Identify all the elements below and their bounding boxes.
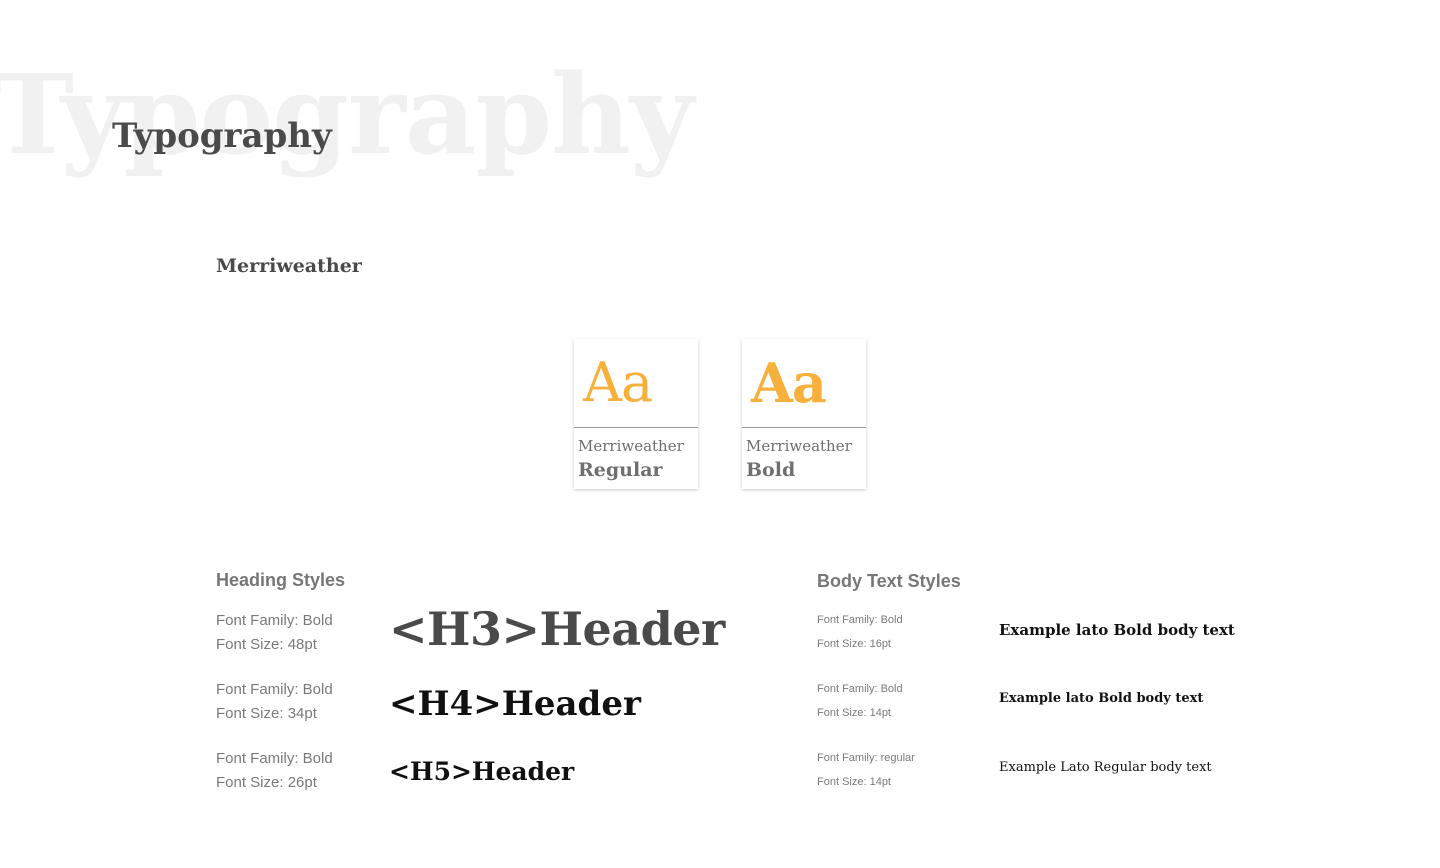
h3-spec: Font Family: Bold Font Size: 48pt [216, 609, 333, 657]
h4-spec: Font Family: Bold Font Size: 34pt [216, 678, 333, 726]
body-spec-size: Font Size: 16pt [817, 638, 891, 650]
font-sample-regular: Aa [574, 339, 698, 428]
h3-spec-size: Font Size: 48pt [216, 636, 317, 653]
body-bold-14-spec: Font Family: Bold Font Size: 14pt [817, 677, 903, 725]
body-text-styles-title: Body Text Styles [817, 571, 961, 591]
body-spec-family: Font Family: Bold [817, 614, 903, 626]
h3-spec-family: Font Family: Bold [216, 612, 333, 629]
body-regular-14-spec: Font Family: regular Font Size: 14pt [817, 746, 915, 794]
body-spec-family: Font Family: regular [817, 752, 915, 764]
h5-example: <H5>Header [389, 757, 575, 786]
font-card-bold: Aa Merriweather Bold [742, 339, 866, 489]
h5-spec-size: Font Size: 26pt [216, 774, 317, 791]
font-family-name: Merriweather [216, 255, 362, 277]
body-spec-family: Font Family: Bold [817, 683, 903, 695]
h5-spec-family: Font Family: Bold [216, 750, 333, 767]
body-spec-size: Font Size: 14pt [817, 707, 891, 719]
body-bold-16-spec: Font Family: Bold Font Size: 16pt [817, 608, 903, 656]
h4-example: <H4>Header [389, 684, 641, 724]
body-bold-16-example: Example lato Bold body text [999, 621, 1235, 639]
page-title: Typography [112, 116, 332, 156]
font-sample-bold: Aa [742, 339, 866, 428]
font-card-family: Merriweather [578, 437, 684, 455]
h3-example: <H3>Header [389, 602, 725, 656]
body-regular-14-example: Example Lato Regular body text [999, 760, 1212, 775]
body-spec-size: Font Size: 14pt [817, 776, 891, 788]
h5-spec: Font Family: Bold Font Size: 26pt [216, 747, 333, 795]
font-card-regular: Aa Merriweather Regular [574, 339, 698, 489]
font-card-weight: Bold [746, 459, 796, 481]
body-bold-14-example: Example lato Bold body text [999, 691, 1204, 706]
h4-spec-family: Font Family: Bold [216, 681, 333, 698]
heading-styles-title: Heading Styles [216, 570, 346, 590]
font-card-weight: Regular [578, 459, 663, 481]
font-card-family: Merriweather [746, 437, 852, 455]
h4-spec-size: Font Size: 34pt [216, 705, 317, 722]
background-watermark-word: Typography [0, 50, 694, 179]
